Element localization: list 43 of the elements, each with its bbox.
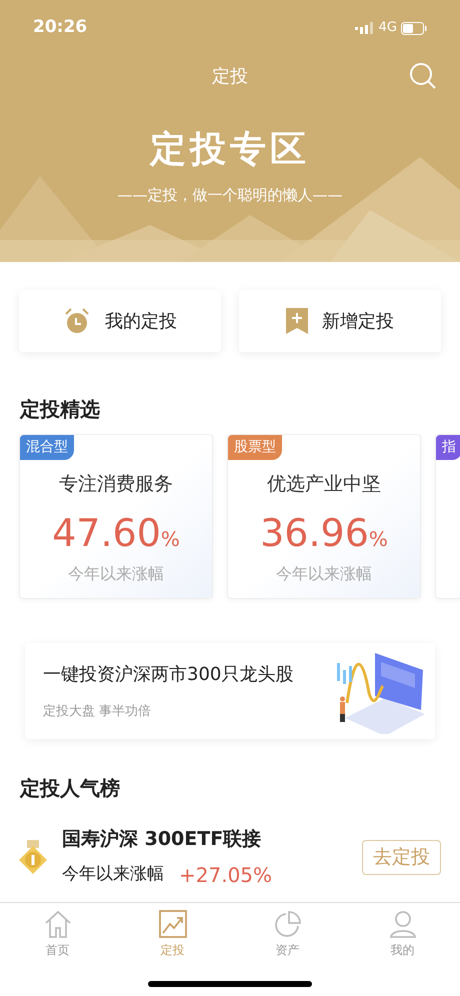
medal-icon [19,840,47,874]
return-value: 47.60% [52,510,180,556]
banner-subtitle: 定投大盘 事半功倍 [43,702,152,721]
action-button[interactable]: 我的定投 [19,290,221,352]
fund-type-tag: 股票型 [228,435,282,460]
return-caption: 今年以来涨幅 [276,562,372,584]
fund-name: 优选产业中坚 [267,472,381,497]
trend-chart-icon [158,909,188,939]
network-label: 4G [378,19,397,38]
bookmark-plus-icon [286,308,308,334]
tab-item[interactable]: 定投 [115,903,230,959]
signal-icon [354,22,375,34]
alarm-clock-icon [63,308,91,334]
hero-title: 定投专区 [150,128,310,172]
banner-card[interactable]: 一键投资沪深两市300只龙头股 定投大盘 事半功倍 [25,643,435,739]
section-title: 定投人气榜 [18,775,121,802]
fund-type-tag: 指 [436,435,460,460]
pie-chart-icon [272,909,302,939]
invest-button[interactable]: 去定投 [362,840,441,875]
action-button[interactable]: 新增定投 [239,290,441,352]
tab-item[interactable]: 我的 [345,903,460,959]
section-title: 定投精选 [18,396,101,423]
return-value: +27.05% [179,862,272,888]
fund-card[interactable]: 股票型 优选产业中坚 36.96% 今年以来涨幅 [227,434,421,599]
home-icon [42,909,72,939]
fund-card[interactable]: 混合型 专注消费服务 47.60% 今年以来涨幅 [19,434,213,599]
status-time: 20:26 [33,16,88,40]
fund-name: 国寿沪深 300ETF联接 [62,827,262,852]
battery-icon [401,22,427,34]
hero-subtitle: ——定投，做一个聪明的懒人—— [118,185,342,206]
user-icon [388,909,418,939]
return-caption: 今年以来涨幅 [62,862,164,886]
fund-card[interactable]: 指 [435,434,460,599]
tab-item[interactable]: 资产 [230,903,345,959]
search-icon [409,62,437,90]
fund-name: 专注消费服务 [59,472,173,497]
tab-item[interactable]: 首页 [0,903,115,959]
fund-type-tag: 混合型 [20,435,74,460]
search-button[interactable] [408,61,438,91]
banner-title: 一键投资沪深两市300只龙头股 [43,662,294,687]
return-caption: 今年以来涨幅 [68,562,164,584]
page-title: 定投 [212,64,248,88]
return-value: 36.96% [260,510,388,556]
